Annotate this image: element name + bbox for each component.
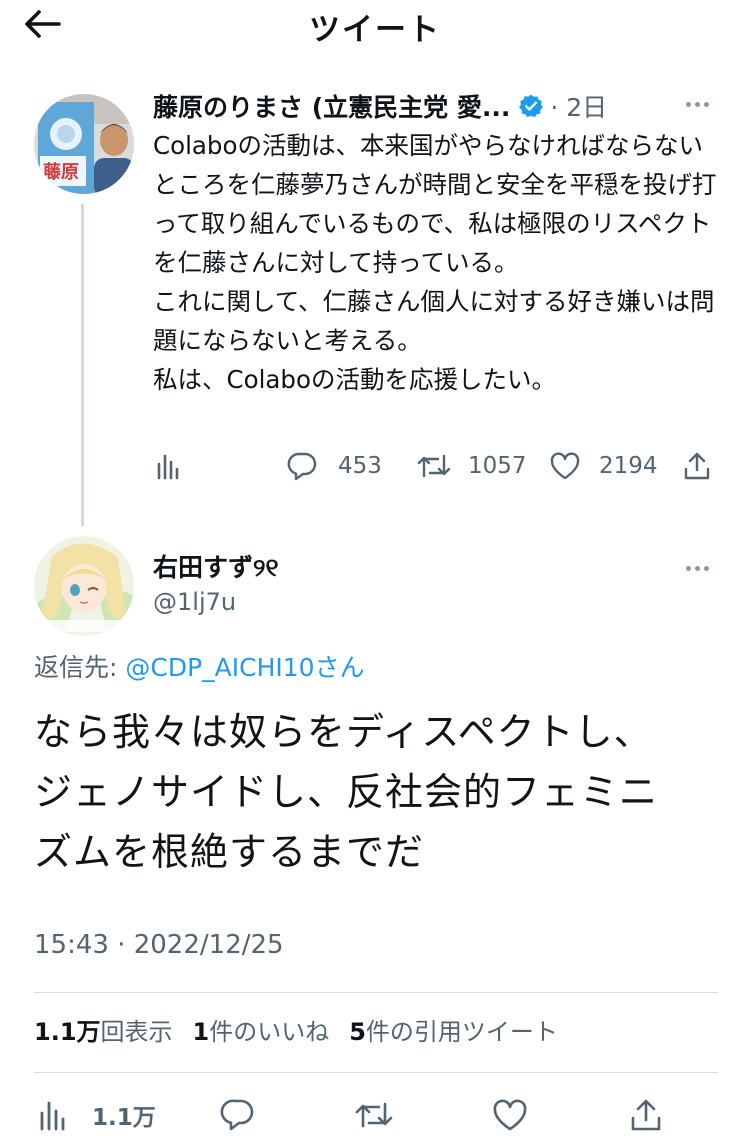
avatar-photo: 藤原: [34, 94, 134, 194]
reply-button[interactable]: 453: [286, 446, 382, 486]
heart-icon: [550, 452, 580, 480]
like-button[interactable]: [492, 1090, 528, 1140]
svg-text:藤原: 藤原: [43, 161, 79, 183]
author-name[interactable]: 右田すず୨୧: [153, 548, 278, 584]
analytics-icon: [157, 454, 179, 480]
retweet-button[interactable]: [354, 1090, 394, 1140]
tweet1-author-row: 藤原のりまさ (立憲民主党 愛... · 2日: [153, 86, 718, 126]
likes-stat[interactable]: 1件のいいね: [193, 1012, 330, 1047]
tweet-text: Colaboの活動は、本来国がやらなければならないところを仁藤夢乃さんが時間と安…: [153, 131, 717, 394]
like-count: 2194: [599, 453, 658, 479]
page-title: ツイート: [309, 12, 441, 48]
like-button[interactable]: 2194: [549, 446, 658, 486]
tweet-stats: 1.1万回表示 1件のいいね 5件の引用ツイート: [34, 1012, 558, 1047]
tweet-action-bar: 1.1万: [34, 1090, 718, 1140]
divider: [34, 992, 718, 993]
retweet-icon: [417, 454, 451, 478]
tweet-text: なら我々は奴らをディスペクトし、 ジェノサイドし、反社会的フェミニ ズムを根絶す…: [34, 710, 659, 874]
retweet-button[interactable]: 1057: [416, 446, 527, 486]
reply-icon: [287, 452, 317, 481]
thread-connector: [81, 204, 84, 526]
author-handle[interactable]: @1lj7u: [153, 588, 236, 616]
views-count: 1.1万: [92, 1105, 156, 1131]
verified-badge-icon: [519, 94, 544, 118]
heart-icon: [493, 1099, 527, 1131]
tweet-time[interactable]: · 2日: [550, 88, 607, 124]
share-icon: [684, 452, 710, 480]
reply-to-mention[interactable]: @CDP_AICHI10さん: [125, 653, 364, 682]
views-stat: 1.1万回表示: [34, 1018, 173, 1046]
analytics-button[interactable]: 1.1万: [38, 1090, 156, 1140]
reply-button[interactable]: [220, 1090, 256, 1140]
quotes-stat[interactable]: 5件の引用ツイート: [349, 1012, 558, 1047]
share-button[interactable]: [630, 1090, 662, 1140]
author-name[interactable]: 藤原のりまさ (立憲民主党 愛...: [153, 88, 510, 124]
share-button[interactable]: [683, 446, 711, 486]
retweet-icon: [355, 1102, 393, 1128]
analytics-button[interactable]: [155, 446, 183, 486]
share-icon: [631, 1099, 661, 1131]
avatar[interactable]: [34, 536, 134, 636]
tweet-timestamp: 15:43 · 2022/12/25: [34, 930, 284, 960]
reply-to-label: 返信先:: [34, 653, 126, 682]
more-options-icon[interactable]: [686, 102, 709, 107]
analytics-icon: [40, 1101, 65, 1131]
reply-icon: [220, 1099, 254, 1131]
avatar-illustration: [34, 536, 134, 636]
reply-count: 453: [338, 453, 382, 479]
divider: [34, 1072, 718, 1073]
top-bar: ツイート: [0, 0, 750, 50]
reply-to-line: 返信先: @CDP_AICHI10さん: [34, 648, 365, 684]
retweet-count: 1057: [468, 453, 527, 479]
more-options-icon[interactable]: [686, 566, 709, 571]
avatar[interactable]: 藤原: [34, 94, 134, 194]
